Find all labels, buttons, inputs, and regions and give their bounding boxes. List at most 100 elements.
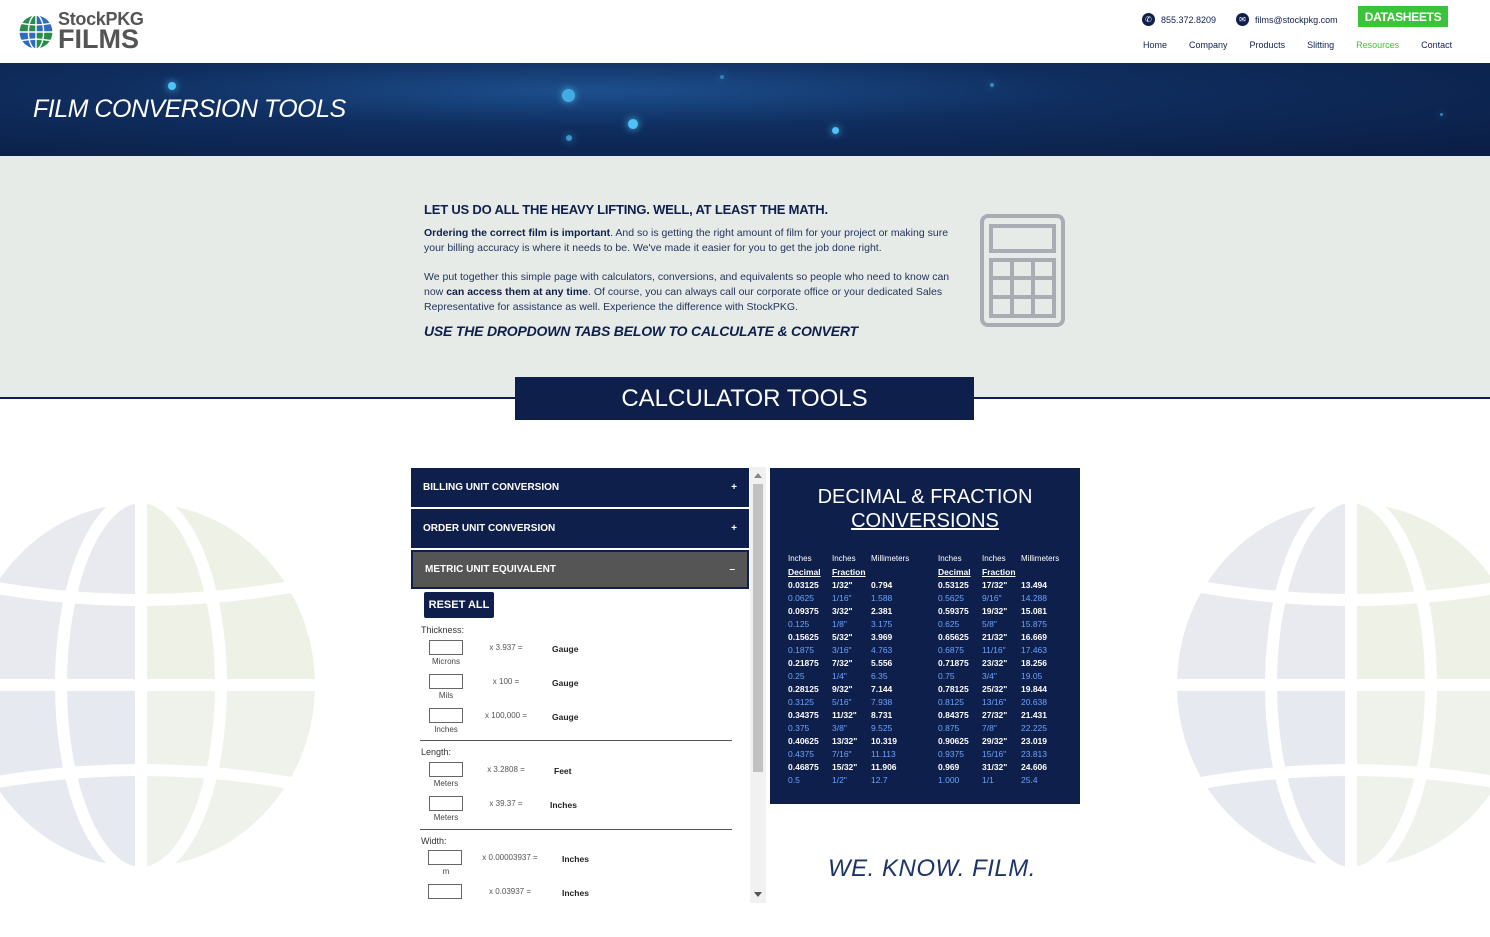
table-cell: 17/32" — [982, 579, 1008, 590]
background-globe-right — [1170, 495, 1490, 875]
nav-slitting[interactable]: Slitting — [1307, 40, 1334, 50]
table-row: 0.8125 13/16" 20.638 — [938, 695, 1081, 708]
table-cell: 25.4 — [1021, 774, 1038, 785]
datasheets-button[interactable]: DATASHEETS — [1358, 6, 1448, 27]
table-cell: 13/16" — [982, 696, 1007, 707]
table-cell: 3/4" — [982, 670, 997, 681]
table-row: 1.000 1/1 25.4 — [938, 773, 1081, 786]
nav-resources[interactable]: Resources — [1356, 40, 1399, 50]
table-cell: 6.35 — [871, 670, 888, 681]
table-cell: 5/16" — [832, 696, 852, 707]
microns-input[interactable] — [429, 640, 463, 655]
accordion-billing-unit-conversion[interactable]: BILLING UNIT CONVERSION + — [411, 468, 749, 507]
table-header: Inches Inches Millimeters — [938, 552, 1081, 565]
logo[interactable]: StockPKG FILMS — [17, 10, 144, 53]
table-cell: 0.3125 — [788, 696, 814, 707]
accordion-metric-unit-equivalent[interactable]: METRIC UNIT EQUIVALENT – — [411, 550, 749, 589]
intro-heading: LET US DO ALL THE HEAVY LIFTING. WELL, A… — [424, 202, 828, 217]
table-row: 0.25 1/4" 6.35 — [788, 669, 931, 682]
table-cell: 11.906 — [871, 761, 897, 772]
meters-input[interactable] — [429, 762, 463, 777]
intro-cta: USE THE DROPDOWN TABS BELOW TO CALCULATE… — [424, 323, 858, 339]
table-cell: 7.938 — [871, 696, 893, 707]
meters-input[interactable] — [429, 796, 463, 811]
calculator-accordion: BILLING UNIT CONVERSION + ORDER UNIT CON… — [410, 467, 766, 903]
nav-products[interactable]: Products — [1250, 40, 1286, 50]
calculator-icon — [980, 214, 1065, 327]
column-header: Millimeters — [871, 554, 910, 563]
table-cell: 0.71875 — [938, 657, 969, 668]
group-divider — [420, 740, 732, 741]
scroll-up-icon[interactable] — [754, 473, 762, 478]
accordion-order-unit-conversion[interactable]: ORDER UNIT CONVERSION + — [411, 509, 749, 548]
table-cell: 0.25 — [788, 670, 805, 681]
table-cell: 0.794 — [871, 579, 893, 590]
conversion-result: Gauge — [552, 644, 579, 654]
table-cell: 9/32" — [832, 683, 853, 694]
table-cell: 18.256 — [1021, 657, 1047, 668]
table-cell: 1/2" — [832, 774, 847, 785]
table-cell: 31/32" — [982, 761, 1008, 772]
column-subheader: Decimal — [788, 566, 821, 577]
table-row: 0.71875 23/32" 18.256 — [938, 656, 1081, 669]
table-cell: 0.34375 — [788, 709, 819, 720]
table-cell: 3.969 — [871, 631, 893, 642]
table-cell: 0.84375 — [938, 709, 969, 720]
intro-paragraph-2: We put together this simple page with ca… — [424, 271, 950, 313]
reset-all-button[interactable]: RESET ALL — [424, 592, 494, 618]
page-banner: FILM CONVERSION TOOLS — [0, 63, 1490, 156]
accordion-label: BILLING UNIT CONVERSION — [423, 482, 560, 493]
table-row: 0.40625 13/32" 10.319 — [788, 734, 931, 747]
table-row: 0.125 1/8" 3.175 — [788, 617, 931, 630]
table-cell: 9/16" — [982, 592, 1002, 603]
phone-link[interactable]: ✆ 855.372.8209 — [1142, 13, 1216, 26]
conversion-factor: x 39.37 = — [489, 799, 523, 808]
table-cell: 1/8" — [832, 618, 847, 629]
table-cell: 5/8" — [982, 618, 997, 629]
table-cell: 7.144 — [871, 683, 893, 694]
scroll-down-icon[interactable] — [754, 892, 762, 897]
table-row: 0.6875 11/16" 17.463 — [938, 643, 1081, 656]
mils-input[interactable] — [429, 674, 463, 689]
table-cell: 1/1 — [982, 774, 994, 785]
background-globe-left — [0, 495, 322, 875]
table-cell: 12.7 — [871, 774, 888, 785]
table-row: 0.0625 1/16" 1.588 — [788, 591, 931, 604]
table-row: 0.90625 29/32" 23.019 — [938, 734, 1081, 747]
conversion-factor: x 100 = — [492, 677, 520, 686]
table-cell: 29/32" — [982, 735, 1008, 746]
conversion-table-right: Inches Inches Millimeters Decimal Fraction 0.… — [938, 552, 1081, 786]
phone-icon: ✆ — [1142, 13, 1155, 26]
table-row: 0.5625 9/16" 14.288 — [938, 591, 1081, 604]
table-cell: 0.5625 — [938, 592, 964, 603]
mm-input[interactable] — [428, 884, 462, 899]
nav-company[interactable]: Company — [1189, 40, 1228, 50]
panel-scrollbar[interactable] — [750, 467, 766, 903]
table-cell: 0.125 — [788, 618, 810, 629]
table-cell: 5.556 — [871, 657, 893, 668]
section-title: CALCULATOR TOOLS — [515, 377, 974, 420]
page-title: FILM CONVERSION TOOLS — [33, 95, 346, 123]
table-row: 0.09375 3/32" 2.381 — [788, 604, 931, 617]
table-row: 0.46875 15/32" 11.906 — [788, 760, 931, 773]
scroll-thumb[interactable] — [753, 484, 763, 772]
conversion-result: Inches — [550, 800, 577, 810]
inches-input[interactable] — [429, 708, 463, 723]
accordion-label: ORDER UNIT CONVERSION — [423, 523, 556, 534]
unit-label: Inches — [434, 725, 458, 734]
email-link[interactable]: ✉ films@stockpkg.com — [1236, 13, 1338, 26]
table-cell: 0.0625 — [788, 592, 814, 603]
table-cell: 0.1875 — [788, 644, 814, 655]
nav-home[interactable]: Home — [1143, 40, 1167, 50]
table-cell: 5/32" — [832, 631, 853, 642]
table-cell: 0.03125 — [788, 579, 819, 590]
table-cell: 1/32" — [832, 579, 853, 590]
table-row: 0.1875 3/16" 4.763 — [788, 643, 931, 656]
m-input[interactable] — [428, 850, 462, 865]
column-header: Inches — [938, 554, 962, 563]
table-cell: 7/8" — [982, 722, 997, 733]
table-row: 0.375 3/8" 9.525 — [788, 721, 931, 734]
minus-icon: – — [729, 564, 735, 575]
nav-contact[interactable]: Contact — [1421, 40, 1452, 50]
table-cell: 15/16" — [982, 748, 1007, 759]
